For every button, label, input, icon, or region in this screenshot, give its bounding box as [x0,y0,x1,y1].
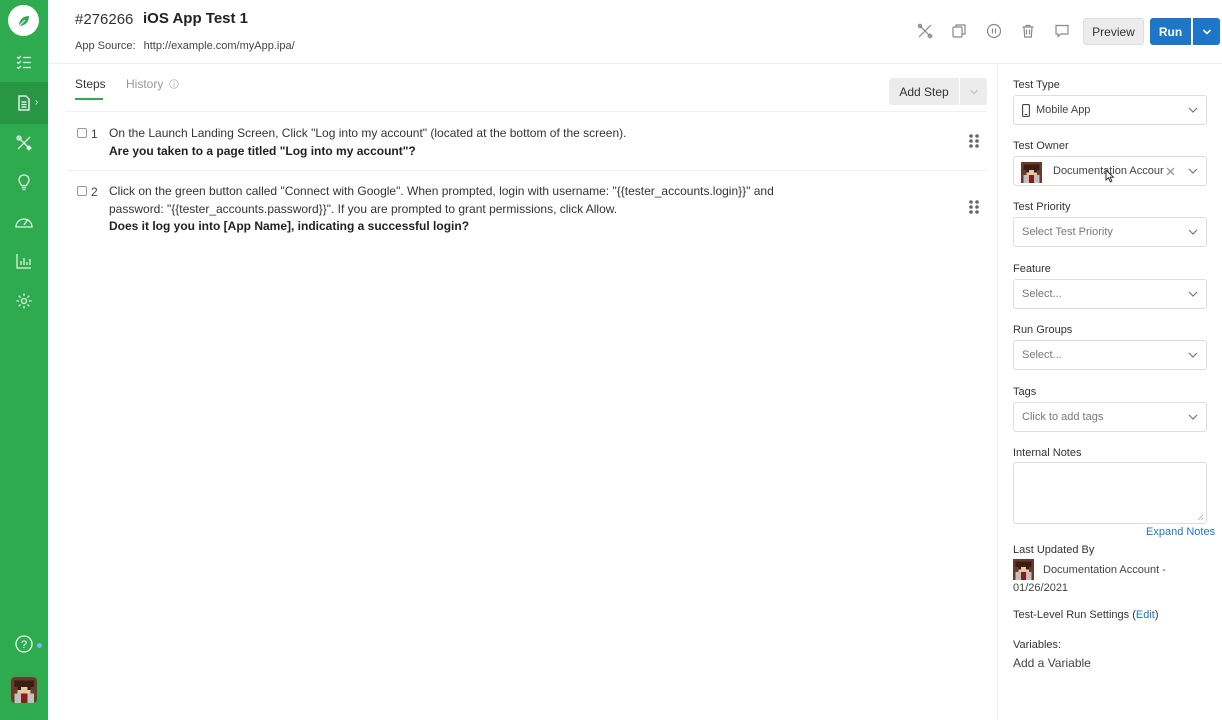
trash-icon[interactable] [1019,22,1037,40]
add-step-button[interactable]: Add Step [889,78,959,105]
owner-avatar [1021,162,1042,183]
resize-handle-icon[interactable] [1197,514,1204,521]
svg-text:?: ? [21,639,27,651]
test-type-label: Test Type [1013,79,1060,91]
header: #276266 iOS App Test 1 App Source: http:… [48,0,1222,64]
chevron-down-icon [969,89,978,94]
speedometer-icon[interactable] [12,210,36,234]
drag-handle-icon[interactable] [968,133,980,149]
gear-icon[interactable] [12,289,36,313]
mobile-phone-icon [1022,104,1030,117]
drag-handle-icon[interactable] [968,199,980,215]
page-title[interactable]: iOS App Test 1 [143,10,248,27]
step-checkbox[interactable] [77,186,87,196]
mouse-cursor-icon [1105,169,1115,183]
feature-label: Feature [1013,263,1051,275]
tools-icon[interactable] [12,131,36,155]
sidebar: › ? [0,0,48,720]
run-settings-edit-link[interactable]: Edit [1136,609,1155,621]
step-text[interactable]: Click on the green button called "Connec… [109,183,829,236]
app-source-label: App Source: [75,40,136,52]
notification-dot [37,643,42,648]
step-expected-result: Are you taken to a page titled "Log into… [109,143,416,158]
preview-button[interactable]: Preview [1083,18,1144,45]
test-owner-select[interactable]: Documentation Accour [1013,156,1207,186]
test-id: #276266 [75,11,134,28]
clear-icon[interactable] [1166,167,1175,176]
expand-notes-link[interactable]: Expand Notes [1146,526,1215,538]
run-settings-close: ) [1154,609,1159,621]
add-variable-link[interactable]: Add a Variable [1013,656,1091,670]
step-action: On the Launch Landing Screen, Click "Log… [109,126,627,140]
test-type-value: Mobile App [1036,104,1091,116]
chevron-down-icon [1188,414,1198,420]
chevron-down-icon [1202,28,1211,35]
tab-history[interactable]: History [126,77,179,91]
help-icon[interactable]: ? [12,632,36,656]
lightbulb-icon[interactable] [12,170,36,194]
chevron-down-icon [1188,229,1198,235]
run-button[interactable]: Run [1150,18,1191,45]
test-owner-label: Test Owner [1013,140,1069,152]
tab-steps[interactable]: Steps [75,77,106,100]
chevron-down-icon [1188,168,1198,174]
test-priority-label: Test Priority [1013,201,1071,213]
last-updated-date: 01/26/2021 [1013,582,1069,594]
bar-chart-icon[interactable] [12,249,36,273]
last-updated-info: Documentation Account - 01/26/2021 [1013,561,1213,597]
feature-placeholder: Select... [1022,288,1062,300]
last-updated-by: Documentation Account - [1043,564,1166,576]
logo[interactable] [8,5,39,36]
step-number: 1 [91,127,98,141]
tags-label: Tags [1013,386,1037,398]
chevron-down-icon [1188,352,1198,358]
chevron-down-icon [1188,291,1198,297]
tools-icon[interactable] [916,22,934,40]
divider [67,170,987,171]
add-step-dropdown-button[interactable] [960,78,987,105]
internal-notes-label: Internal Notes [1013,447,1082,459]
chevron-right-icon: › [35,97,39,108]
tab-history-label: History [126,77,164,91]
variables-label: Variables: [1013,639,1062,651]
run-settings: Test-Level Run Settings (Edit) [1013,609,1159,621]
step-expected-result: Does it log you into [App Name], indicat… [109,219,470,233]
app-source: App Source: http://example.com/myApp.ipa… [75,40,295,52]
last-updated-label: Last Updated By [1013,544,1095,556]
leaf-icon [18,15,29,26]
run-groups-label: Run Groups [1013,324,1073,336]
pause-icon[interactable] [985,22,1003,40]
tags-placeholder: Click to add tags [1022,411,1104,423]
test-settings-panel: Test Type Mobile App Test Owner Document… [997,64,1222,720]
comment-icon[interactable] [1053,22,1071,40]
document-icon[interactable] [12,91,36,115]
copy-icon[interactable] [950,22,968,40]
run-groups-placeholder: Select... [1022,349,1062,361]
step-number: 2 [91,185,98,199]
test-type-select[interactable]: Mobile App [1013,95,1207,125]
test-priority-select[interactable]: Select Test Priority [1013,217,1207,247]
step-text[interactable]: On the Launch Landing Screen, Click "Log… [109,125,829,160]
info-icon [168,79,179,89]
user-avatar[interactable] [11,677,37,703]
tags-input[interactable]: Click to add tags [1013,402,1207,432]
step-checkbox[interactable] [77,128,87,138]
run-groups-select[interactable]: Select... [1013,340,1207,370]
run-settings-label: Test-Level Run Settings ( [1013,609,1136,621]
test-priority-placeholder: Select Test Priority [1022,226,1113,238]
chevron-down-icon [1188,107,1198,113]
feature-select[interactable]: Select... [1013,279,1207,309]
internal-notes-textarea[interactable] [1013,462,1207,524]
app-source-url[interactable]: http://example.com/myApp.ipa/ [144,40,295,52]
run-dropdown-button[interactable] [1193,18,1220,45]
step-action: Click on the green button called "Connec… [109,184,774,216]
list-icon[interactable] [12,50,36,74]
divider [67,111,987,112]
